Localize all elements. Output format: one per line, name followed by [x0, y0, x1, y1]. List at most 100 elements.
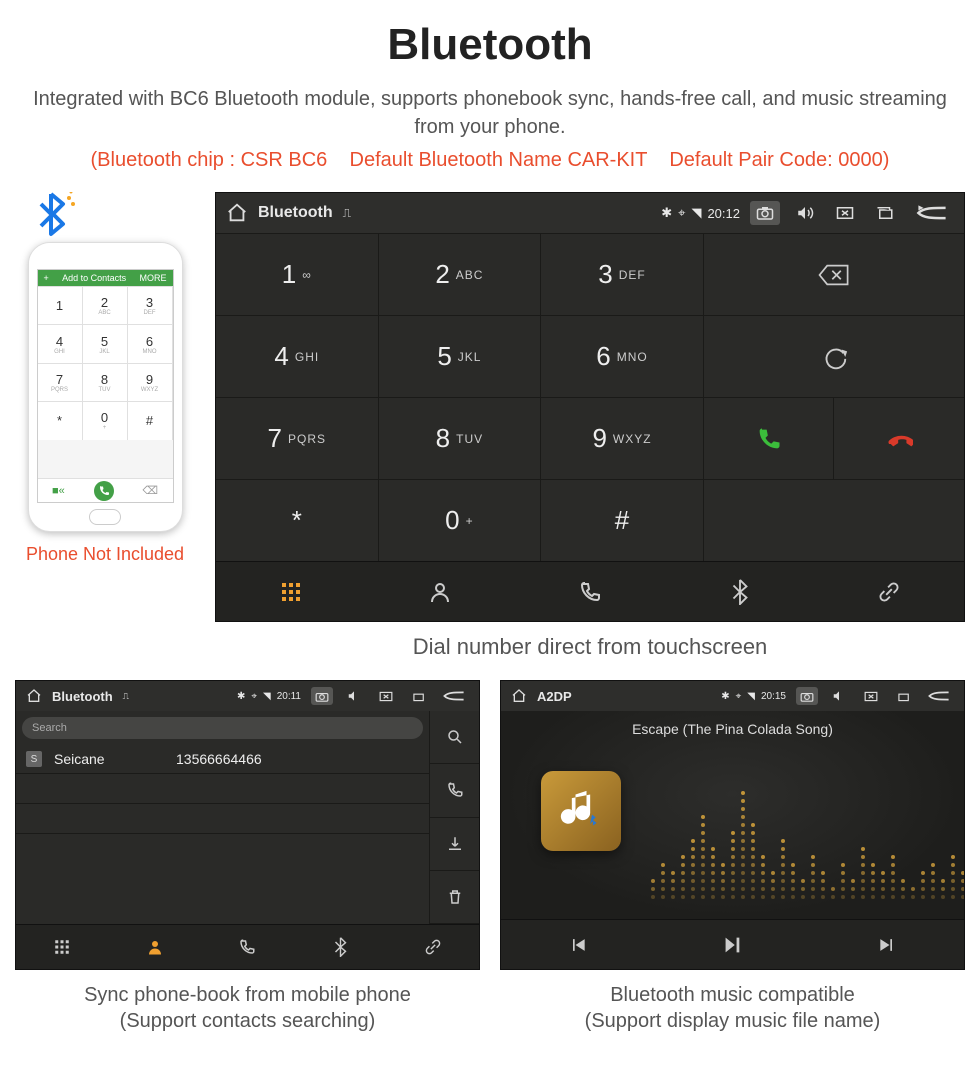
phone-app-header: + Add to Contacts MORE: [38, 270, 173, 286]
volume-button[interactable]: [828, 687, 850, 705]
bluetooth-status-icon: ✱: [721, 691, 729, 702]
phone-key-7: 7PQRS: [38, 363, 83, 401]
spec-line: (Bluetooth chip : CSR BC6 Default Blueto…: [10, 149, 970, 172]
tab-contacts[interactable]: [109, 924, 202, 969]
dial-key-0[interactable]: 0+: [379, 479, 542, 561]
search-input[interactable]: Search: [22, 717, 423, 739]
visualizer: [651, 761, 934, 899]
track-title: Escape (The Pina Colada Song): [501, 721, 964, 737]
screenshot-button[interactable]: [750, 201, 780, 225]
volume-button[interactable]: [343, 687, 365, 705]
dial-key-#[interactable]: #: [541, 479, 704, 561]
tab-bluetooth[interactable]: [665, 561, 815, 621]
wifi-icon: ◥: [691, 205, 701, 221]
backspace-button[interactable]: [704, 233, 964, 315]
home-icon[interactable]: [26, 688, 42, 704]
back-button[interactable]: [910, 201, 954, 225]
location-icon: ⌖: [251, 691, 257, 702]
recent-apps-button[interactable]: [892, 687, 914, 705]
play-pause-button[interactable]: [655, 919, 809, 969]
dial-key-3[interactable]: 3DEF: [541, 233, 704, 315]
phonebook-caption: Sync phone-book from mobile phone(Suppor…: [15, 982, 480, 1034]
redial-button[interactable]: [704, 315, 964, 397]
phone-column: + Add to Contacts MORE 12ABC3DEF4GHI5JKL…: [15, 192, 195, 565]
call-buttons[interactable]: [704, 397, 964, 479]
clock: 20:15: [761, 691, 786, 702]
phone-key-6: 6MNO: [128, 324, 173, 362]
usb-icon: ⎍: [343, 206, 351, 221]
album-art-icon: [541, 771, 621, 851]
phone-key-2: 2ABC: [83, 286, 128, 324]
home-icon[interactable]: [511, 688, 527, 704]
contact-row[interactable]: S Seicane 13566664466: [16, 745, 429, 774]
wifi-icon: ◥: [263, 691, 271, 702]
phone-home-button: [89, 509, 121, 525]
phone-key-#: #: [128, 401, 173, 439]
bluetooth-status-icon: ✱: [661, 205, 672, 221]
contact-badge: S: [26, 751, 42, 767]
tab-contacts[interactable]: [366, 561, 516, 621]
download-icon[interactable]: [429, 818, 479, 871]
home-icon[interactable]: [226, 202, 248, 224]
dial-key-7[interactable]: 7PQRS: [216, 397, 379, 479]
call-icon[interactable]: [429, 764, 479, 817]
phone-dial-button: [94, 481, 114, 501]
phone-key-9: 9WXYZ: [128, 363, 173, 401]
phone-key-1: 1: [38, 286, 83, 324]
phone-caption: Phone Not Included: [26, 544, 184, 565]
recent-apps-button[interactable]: [870, 201, 900, 225]
close-button[interactable]: [830, 201, 860, 225]
tab-call-log[interactable]: [515, 561, 665, 621]
recent-apps-button[interactable]: [407, 687, 429, 705]
phone-key-0: 0+: [83, 401, 128, 439]
tab-dialpad[interactable]: [216, 561, 366, 621]
usb-icon: ⎍: [123, 691, 129, 702]
app-title: Bluetooth: [258, 204, 333, 222]
dial-key-9[interactable]: 9WXYZ: [541, 397, 704, 479]
screenshot-button[interactable]: [311, 687, 333, 705]
phone-video-icon: ■«: [52, 485, 65, 497]
dial-key-4[interactable]: 4GHI: [216, 315, 379, 397]
app-title: Bluetooth: [52, 689, 113, 704]
headunit-phonebook: Bluetooth ⎍ ✱ ⌖ ◥ 20:11: [15, 680, 480, 970]
clock: 20:11: [277, 691, 301, 702]
status-bar: Bluetooth ⎍ ✱ ⌖ ◥ 20:12: [216, 193, 964, 233]
bluetooth-status-icon: ✱: [237, 691, 245, 702]
screenshot-button[interactable]: [796, 687, 818, 705]
location-icon: ⌖: [736, 691, 742, 702]
dial-key-2[interactable]: 2ABC: [379, 233, 542, 315]
back-button[interactable]: [924, 687, 954, 705]
tab-call-log[interactable]: [201, 924, 294, 969]
dial-key-1[interactable]: 1∞: [216, 233, 379, 315]
status-bar: A2DP ✱ ⌖ ◥ 20:15: [501, 681, 964, 711]
headunit-music: A2DP ✱ ⌖ ◥ 20:15 Escape (The Pina Co: [500, 680, 965, 970]
dial-key-8[interactable]: 8TUV: [379, 397, 542, 479]
tab-link[interactable]: [386, 924, 479, 969]
page-title: Bluetooth: [10, 20, 970, 70]
dial-key-6[interactable]: 6MNO: [541, 315, 704, 397]
dial-key-*[interactable]: *: [216, 479, 379, 561]
phone-key-5: 5JKL: [83, 324, 128, 362]
dial-key-5[interactable]: 5JKL: [379, 315, 542, 397]
close-button[interactable]: [375, 687, 397, 705]
page-subtitle: Integrated with BC6 Bluetooth module, su…: [10, 85, 970, 141]
wifi-icon: ◥: [747, 691, 755, 702]
location-icon: ⌖: [678, 205, 685, 221]
search-icon[interactable]: [429, 711, 479, 764]
back-button[interactable]: [439, 687, 469, 705]
next-track-button[interactable]: [810, 919, 964, 969]
prev-track-button[interactable]: [501, 919, 655, 969]
empty-cell: [704, 479, 964, 561]
phone-backspace-icon: ⌫: [142, 484, 158, 497]
smartphone-mockup: + Add to Contacts MORE 12ABC3DEF4GHI5JKL…: [28, 242, 183, 532]
volume-button[interactable]: [790, 201, 820, 225]
contact-number: 13566664466: [176, 751, 262, 767]
tab-link[interactable]: [814, 561, 964, 621]
close-button[interactable]: [860, 687, 882, 705]
tab-bluetooth[interactable]: [294, 924, 387, 969]
phone-key-3: 3DEF: [128, 286, 173, 324]
tab-dialpad[interactable]: [16, 924, 109, 969]
phone-key-8: 8TUV: [83, 363, 128, 401]
bluetooth-icon: [33, 192, 77, 242]
delete-icon[interactable]: [429, 871, 479, 924]
